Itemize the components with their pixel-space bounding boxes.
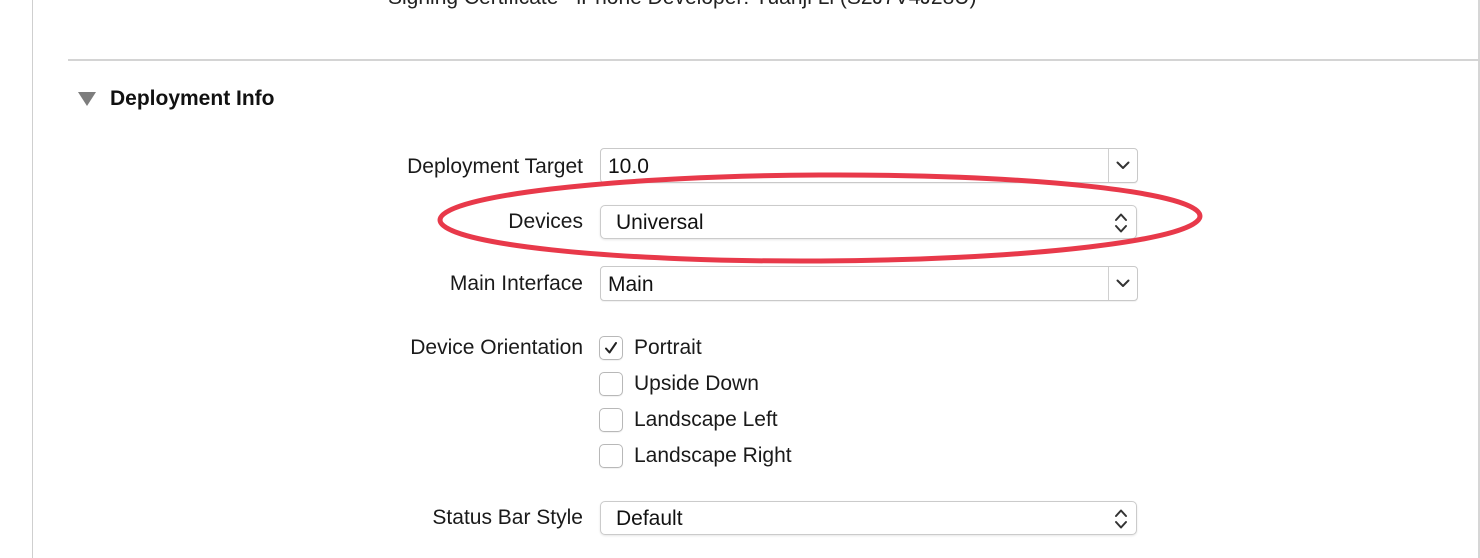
main-interface-label: Main Interface bbox=[449, 272, 583, 295]
up-down-arrows-icon bbox=[1115, 213, 1127, 233]
signing-certificate-label: Signing Certificate bbox=[388, 0, 558, 9]
main-interface-value[interactable]: Main bbox=[608, 273, 654, 297]
landscape-right-label: Landscape Right bbox=[634, 444, 792, 467]
portrait-checkbox[interactable] bbox=[599, 336, 623, 360]
devices-popup[interactable]: Universal bbox=[600, 205, 1137, 239]
devices-label: Devices bbox=[508, 210, 583, 233]
section-divider bbox=[68, 59, 1480, 61]
upside-down-checkbox[interactable] bbox=[599, 372, 623, 396]
signing-certificate-value: iPhone Developer: Yuanji Li (S2J7V4J28U) bbox=[576, 0, 976, 9]
device-orientation-label: Device Orientation bbox=[410, 336, 583, 359]
main-interface-combobox[interactable]: Main bbox=[600, 266, 1138, 301]
status-bar-style-label: Status Bar Style bbox=[432, 506, 583, 529]
status-bar-style-value: Default bbox=[616, 507, 683, 530]
landscape-left-checkbox[interactable] bbox=[599, 408, 623, 432]
upside-down-label: Upside Down bbox=[634, 372, 759, 395]
signing-certificate-row: Signing Certificate iPhone Developer: Yua… bbox=[388, 0, 976, 10]
orientation-upside-down[interactable]: Upside Down bbox=[599, 371, 759, 397]
deployment-info-header[interactable]: Deployment Info bbox=[78, 86, 275, 112]
deployment-target-combobox[interactable]: 10.0 bbox=[600, 148, 1138, 183]
deployment-target-label: Deployment Target bbox=[407, 155, 583, 178]
landscape-left-label: Landscape Left bbox=[634, 408, 778, 431]
orientation-portrait[interactable]: Portrait bbox=[599, 335, 702, 361]
deployment-target-value[interactable]: 10.0 bbox=[608, 155, 649, 179]
orientation-landscape-right[interactable]: Landscape Right bbox=[599, 443, 792, 469]
chevron-down-icon[interactable] bbox=[1108, 267, 1137, 300]
chevron-down-icon[interactable] bbox=[1108, 149, 1137, 182]
status-bar-style-popup[interactable]: Default bbox=[600, 501, 1137, 535]
disclosure-triangle-down-icon[interactable] bbox=[78, 92, 96, 106]
landscape-right-checkbox[interactable] bbox=[599, 444, 623, 468]
section-title: Deployment Info bbox=[110, 87, 275, 110]
orientation-landscape-left[interactable]: Landscape Left bbox=[599, 407, 778, 433]
devices-value: Universal bbox=[616, 211, 704, 234]
portrait-label: Portrait bbox=[634, 336, 702, 359]
checkmark-icon bbox=[605, 342, 617, 354]
up-down-arrows-icon bbox=[1115, 509, 1127, 529]
